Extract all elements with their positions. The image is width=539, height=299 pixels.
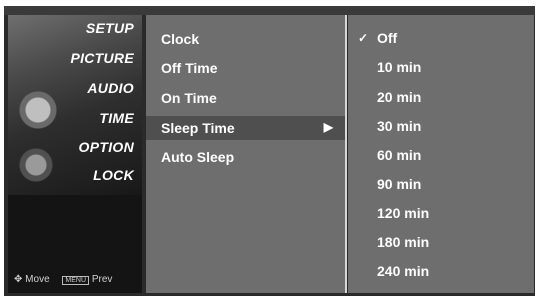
menu-item-label: On Time	[161, 90, 217, 106]
nav-hint: ✥ Move MENU Prev	[14, 274, 112, 285]
panel-divider	[345, 15, 347, 293]
check-icon: ✓	[358, 31, 369, 45]
option-60-min[interactable]: 60 min	[348, 143, 534, 167]
option-off[interactable]: ✓ Off	[348, 26, 534, 50]
category-option[interactable]: OPTION	[24, 139, 134, 155]
option-label: 60 min	[377, 147, 422, 163]
menu-item-auto-sleep[interactable]: Auto Sleep	[146, 145, 345, 169]
option-180-min[interactable]: 180 min	[348, 230, 534, 254]
menu-item-label: Auto Sleep	[161, 149, 235, 165]
option-label: 20 min	[377, 89, 422, 105]
category-panel: SETUP PICTURE AUDIO TIME OPTION LOCK ✥ M…	[8, 15, 142, 293]
option-label: 90 min	[377, 176, 422, 192]
category-picture[interactable]: PICTURE	[24, 50, 134, 66]
option-10-min[interactable]: 10 min	[348, 55, 534, 79]
option-label: 180 min	[377, 234, 430, 250]
menu-item-on-time[interactable]: On Time	[146, 86, 345, 110]
option-label: Off	[377, 30, 398, 46]
menu-item-off-time[interactable]: Off Time	[146, 56, 345, 80]
submenu-arrow-icon: ▶	[323, 120, 333, 134]
menu-item-label: Clock	[161, 31, 200, 47]
option-120-min[interactable]: 120 min	[348, 201, 534, 225]
option-label: 10 min	[377, 59, 422, 75]
option-30-min[interactable]: 30 min	[348, 114, 534, 138]
option-label: 120 min	[377, 205, 430, 221]
category-lock[interactable]: LOCK	[24, 167, 134, 183]
menu-item-label: Sleep Time	[161, 120, 235, 136]
time-menu-panel: Clock Off Time On Time Sleep Time ▶ Auto…	[146, 15, 345, 293]
prev-label: Prev	[91, 274, 113, 285]
move-icon: ✥	[14, 274, 23, 285]
menu-item-clock[interactable]: Clock	[146, 27, 345, 51]
category-setup[interactable]: SETUP	[24, 20, 134, 36]
menu-item-label: Off Time	[161, 60, 218, 76]
category-audio[interactable]: AUDIO	[24, 80, 134, 96]
option-label: 240 min	[377, 263, 430, 279]
option-20-min[interactable]: 20 min	[348, 85, 534, 109]
category-time[interactable]: TIME	[24, 110, 134, 126]
move-label: Move	[25, 274, 50, 285]
sleep-time-options-panel: ✓ Off 10 min 20 min 30 min 60 min 90 min…	[348, 15, 534, 293]
option-label: 30 min	[377, 118, 422, 134]
option-90-min[interactable]: 90 min	[348, 172, 534, 196]
menu-item-sleep-time[interactable]: Sleep Time ▶	[146, 116, 345, 140]
option-240-min[interactable]: 240 min	[348, 259, 534, 283]
menu-badge: MENU	[62, 276, 90, 285]
osd-top-bar	[4, 6, 535, 15]
